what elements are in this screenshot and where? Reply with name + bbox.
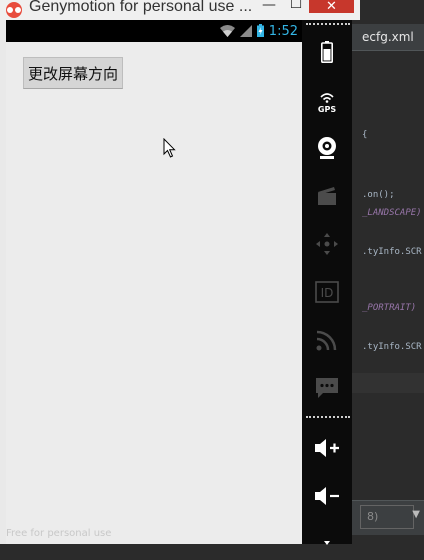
current-line-highlight [352, 373, 424, 393]
genymotion-window: Genymotion for personal use ... — ☐ ✕ 1:… [0, 0, 360, 545]
code-line: .tyInfo.SCR [362, 342, 422, 352]
battery-icon[interactable] [302, 34, 352, 70]
signal-icon [239, 22, 252, 41]
volume-down-icon[interactable] [302, 478, 352, 514]
mouse-cursor-icon [163, 137, 177, 163]
watermark-text: Free for personal use [6, 528, 112, 539]
webcam-icon[interactable] [302, 130, 352, 166]
chevron-down-icon[interactable]: ▼ [412, 509, 420, 520]
android-status-bar: 1:52 [6, 20, 302, 42]
volume-up-icon[interactable] [302, 430, 352, 466]
remote-control-icon[interactable] [302, 226, 352, 262]
gps-label: GPS [318, 105, 336, 114]
android-screen[interactable]: 更改屏幕方向 [6, 42, 302, 544]
code-line: { [362, 130, 368, 140]
window-title: Genymotion for personal use ... [29, 0, 253, 15]
genymotion-logo-icon [6, 2, 22, 18]
ide-file-tab[interactable]: ecfg.xml [352, 24, 424, 51]
screencast-icon[interactable] [302, 178, 352, 214]
gps-icon[interactable]: GPS [302, 84, 352, 120]
battery-charging-icon [256, 22, 264, 41]
code-line: _LANDSCAPE) [362, 208, 422, 218]
device-id-icon[interactable]: ID [302, 274, 352, 310]
title-bar[interactable]: Genymotion for personal use ... — ☐ ✕ [0, 0, 360, 20]
ide-background: ecfg.xml { .on(); _LANDSCAPE) .tyInfo.SC… [352, 0, 424, 544]
toolbar-divider [306, 416, 350, 418]
ide-file-tab-label: ecfg.xml [362, 30, 414, 44]
code-line: .tyInfo.SCR [362, 247, 422, 257]
network-icon[interactable] [302, 322, 352, 358]
more-icon[interactable] [302, 524, 352, 560]
genymotion-toolbar: GPS ID [302, 20, 352, 545]
device-id-label: ID [321, 286, 334, 300]
status-clock: 1:52 [268, 23, 298, 39]
ide-combo-box[interactable]: 8) [360, 505, 414, 529]
wifi-icon [219, 22, 235, 41]
toolbar-divider [306, 23, 350, 25]
code-line: _PORTRAIT) [362, 303, 417, 313]
close-button[interactable]: ✕ [309, 0, 354, 13]
minimize-button[interactable]: — [258, 0, 280, 13]
change-orientation-button[interactable]: 更改屏幕方向 [23, 57, 123, 89]
sms-icon[interactable] [302, 370, 352, 406]
code-line: .on(); [362, 190, 395, 200]
maximize-button[interactable]: ☐ [286, 0, 306, 12]
